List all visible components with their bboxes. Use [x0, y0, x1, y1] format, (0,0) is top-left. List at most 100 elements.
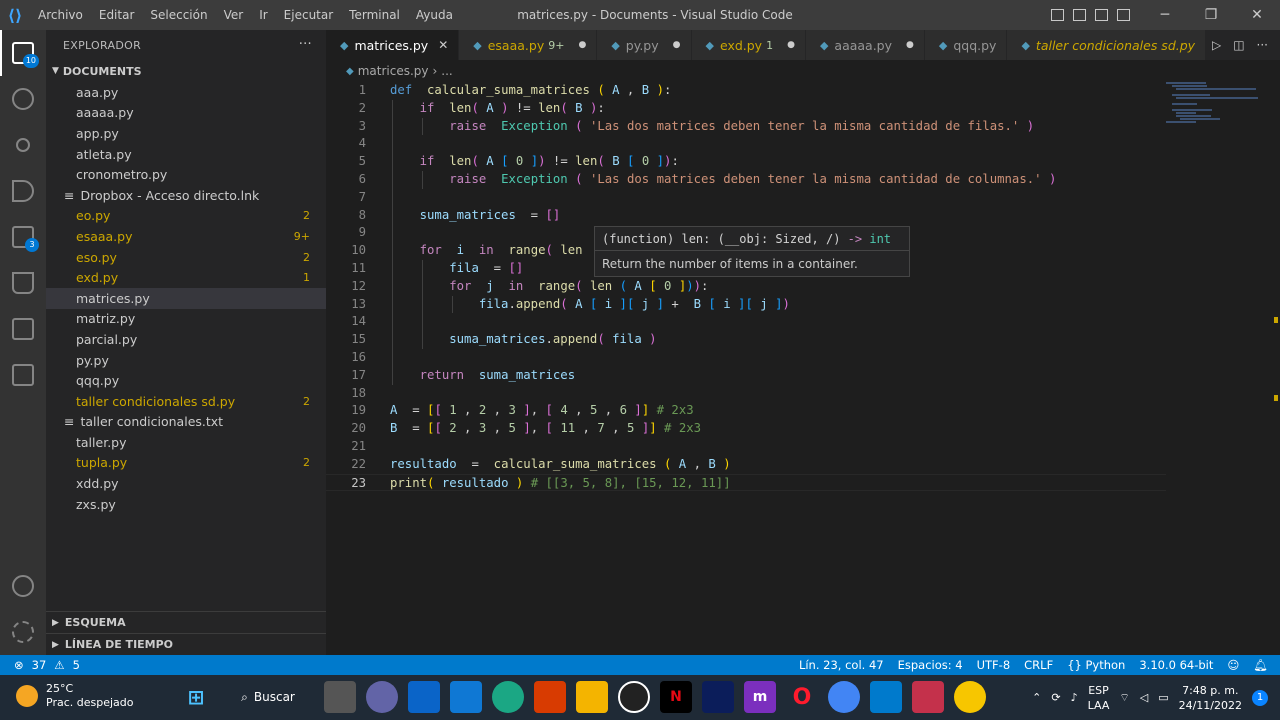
tab-exd[interactable]: ◆ exd.py 1 ●	[691, 30, 806, 60]
file-item[interactable]: parcial.py	[46, 329, 326, 350]
terminal-icon[interactable]	[0, 352, 46, 398]
errors-count[interactable]: 37	[32, 658, 47, 672]
m-app-icon[interactable]: m	[744, 681, 776, 713]
language-mode[interactable]: {} Python	[1067, 658, 1125, 672]
file-item[interactable]: aaa.py	[46, 82, 326, 103]
tab-py[interactable]: ◆ py.py ●	[597, 30, 692, 60]
more-icon[interactable]: ···	[1257, 38, 1268, 52]
menu-ayuda[interactable]: Ayuda	[408, 0, 461, 30]
python-interpreter[interactable]: 3.10.0 64-bit	[1139, 658, 1213, 672]
weather-widget[interactable]: 25°C Prac. despejado	[16, 682, 133, 710]
file-item[interactable]: zxs.py	[46, 494, 326, 515]
testing-icon[interactable]	[0, 260, 46, 306]
outline-section[interactable]: ▶ ESQUEMA	[46, 611, 326, 633]
file-item[interactable]: taller condicionales sd.py 2	[46, 391, 326, 412]
indentation[interactable]: Espacios: 4	[898, 658, 963, 672]
file-item[interactable]: matriz.py	[46, 309, 326, 330]
tab-qqq[interactable]: ◆ qqq.py	[924, 30, 1008, 60]
menu-editar[interactable]: Editar	[91, 0, 143, 30]
file-item[interactable]: atleta.py	[46, 144, 326, 165]
menu-ver[interactable]: Ver	[216, 0, 252, 30]
search-icon[interactable]	[0, 76, 46, 122]
toggle-sidebar-icon[interactable]	[1051, 9, 1064, 21]
file-item[interactable]: app.py	[46, 123, 326, 144]
file-item[interactable]: eo.py 2	[46, 206, 326, 227]
close-icon[interactable]: ✕	[438, 38, 448, 52]
teams-icon[interactable]	[366, 681, 398, 713]
tab-matrices[interactable]: ◆ matrices.py ✕	[326, 30, 460, 60]
file-item[interactable]: cronometro.py	[46, 164, 326, 185]
unsaved-dot-icon[interactable]: ●	[906, 40, 914, 50]
unsaved-dot-icon[interactable]: ●	[787, 40, 795, 50]
end-of-line[interactable]: CRLF	[1024, 658, 1053, 672]
source-control-icon[interactable]	[0, 122, 46, 168]
sync-icon[interactable]: ⟳	[1051, 691, 1060, 704]
tab-aaaaa[interactable]: ◆ aaaaa.py ●	[805, 30, 925, 60]
microphone-icon[interactable]: ♪	[1071, 691, 1078, 704]
file-item[interactable]: ≡ taller condicionales.txt	[46, 412, 326, 433]
cursor-position[interactable]: Lín. 23, col. 47	[799, 658, 884, 672]
edge-icon[interactable]	[492, 681, 524, 713]
file-item[interactable]: aaaaa.py	[46, 103, 326, 124]
maximize-icon[interactable]: ❐	[1188, 0, 1234, 30]
remote-indicator-icon[interactable]: ⊗	[14, 658, 24, 672]
vscode-taskbar-icon[interactable]	[870, 681, 902, 713]
folder-documents[interactable]: ▼ DOCUMENTS	[46, 60, 326, 82]
minimap[interactable]	[1166, 82, 1266, 132]
tab-taller-condicionales[interactable]: ◆ taller condicionales sd.py	[1007, 30, 1207, 60]
notification-badge[interactable]: 1	[1252, 689, 1268, 706]
menu-archivo[interactable]: Archivo	[30, 0, 91, 30]
minimize-icon[interactable]: ─	[1142, 0, 1188, 30]
recorder-icon[interactable]	[912, 681, 944, 713]
opera-icon[interactable]: O	[786, 681, 818, 713]
tab-esaaa[interactable]: ◆ esaaa.py 9+ ●	[459, 30, 598, 60]
file-item[interactable]: py.py	[46, 350, 326, 371]
toggle-panel-icon[interactable]	[1073, 9, 1086, 21]
file-item[interactable]: tupla.py 2	[46, 453, 326, 474]
split-editor-icon[interactable]: ◫	[1233, 38, 1244, 52]
notifications-bell-icon[interactable]: 🔔︎	[1253, 658, 1268, 672]
encoding[interactable]: UTF-8	[977, 658, 1011, 672]
file-item[interactable]: matrices.py	[46, 287, 326, 309]
editor-scrollbar[interactable]	[1266, 82, 1280, 655]
file-item[interactable]: eso.py 2	[46, 247, 326, 268]
windows-start-icon[interactable]: ⊞	[180, 681, 212, 713]
more-actions-icon[interactable]: ···	[299, 37, 312, 52]
file-item[interactable]: qqq.py	[46, 370, 326, 391]
netflix-icon[interactable]: N	[660, 681, 692, 713]
chrome-icon[interactable]	[828, 681, 860, 713]
file-item[interactable]: ≡ Dropbox - Acceso directo.lnk	[46, 185, 326, 206]
close-window-icon[interactable]: ✕	[1234, 0, 1280, 30]
disney-plus-icon[interactable]	[702, 681, 734, 713]
unsaved-dot-icon[interactable]: ●	[578, 40, 586, 50]
feedback-icon[interactable]: ☺	[1227, 658, 1239, 672]
accounts-icon[interactable]	[0, 563, 46, 609]
code-editor[interactable]: 1 def calcular_suma_matrices ( A , B ): 2…	[326, 82, 1166, 655]
menu-seleccion[interactable]: Selección	[142, 0, 215, 30]
customize-layout-icon[interactable]	[1117, 9, 1130, 21]
extensions-icon[interactable]: 3	[0, 214, 46, 260]
toggle-secondary-sidebar-icon[interactable]	[1095, 9, 1108, 21]
file-item[interactable]: exd.py 1	[46, 267, 326, 288]
github-icon[interactable]	[618, 681, 650, 713]
file-item[interactable]: xdd.py	[46, 473, 326, 494]
file-item[interactable]: taller.py	[46, 432, 326, 453]
taskbar-search[interactable]: ⌕ Buscar	[222, 681, 314, 713]
remote-explorer-icon[interactable]	[0, 306, 46, 352]
file-item[interactable]: esaaa.py 9+	[46, 226, 326, 247]
menu-terminal[interactable]: Terminal	[341, 0, 408, 30]
menu-ejecutar[interactable]: Ejecutar	[276, 0, 342, 30]
store-icon[interactable]	[408, 681, 440, 713]
input-language[interactable]: ESP LAA	[1088, 683, 1110, 713]
unsaved-dot-icon[interactable]: ●	[673, 40, 681, 50]
warnings-count[interactable]: 5	[73, 658, 80, 672]
file-explorer-icon[interactable]	[576, 681, 608, 713]
yellow-app-icon[interactable]	[954, 681, 986, 713]
breadcrumb-file[interactable]: matrices.py	[358, 64, 429, 78]
settings-gear-icon[interactable]	[0, 609, 46, 655]
office-icon[interactable]	[534, 681, 566, 713]
breadcrumb-rest[interactable]: ...	[441, 64, 452, 78]
wifi-icon[interactable]: ⌔	[1119, 691, 1129, 705]
run-icon[interactable]: ▷	[1212, 38, 1221, 52]
clock[interactable]: 7:48 p. m. 24/11/2022	[1179, 683, 1242, 713]
